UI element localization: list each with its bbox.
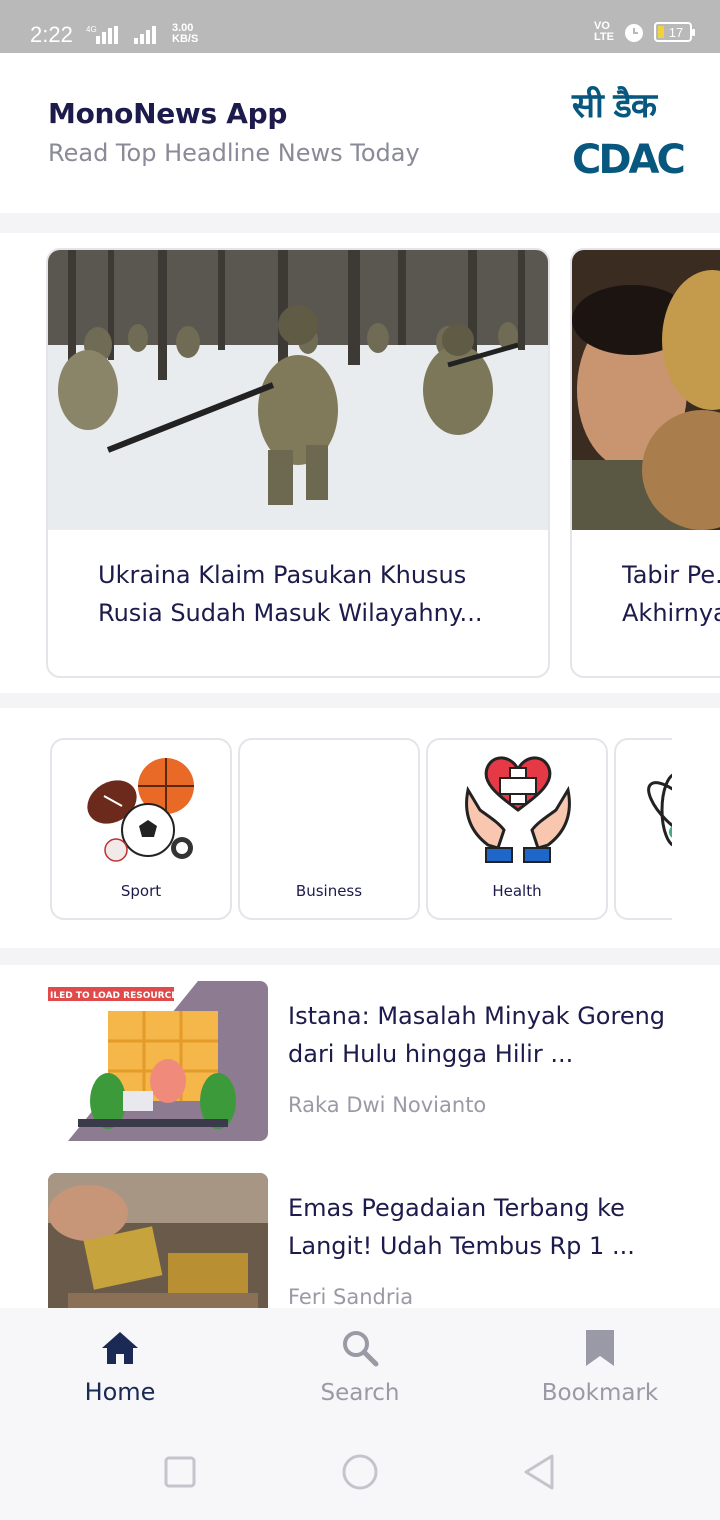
lte-label: LTE <box>594 31 614 43</box>
article-title: Istana: Masalah Minyak Goreng dari Hulu … <box>288 1002 666 1068</box>
speed-unit: KB/S <box>172 33 199 45</box>
category-health[interactable]: Health <box>426 738 608 920</box>
image-banner-text: ILED TO LOAD RESOURCE <box>50 991 177 1001</box>
nav-home-label: Home <box>84 1378 156 1406</box>
article-author: Raka Dwi Novianto <box>288 1093 487 1117</box>
category-row: Sport Business Health <box>0 708 720 948</box>
article-image <box>48 1173 268 1308</box>
category-sport[interactable]: Sport <box>50 738 232 920</box>
page-subtitle: Read Top Headline News Today <box>48 139 420 167</box>
nav-bookmark[interactable]: Bookmark <box>480 1308 720 1430</box>
health-hands-heart-icon <box>465 756 571 863</box>
divider <box>0 213 720 233</box>
sports-balls-icon <box>87 758 194 862</box>
network-speed: 3.00 KB/S <box>172 23 198 45</box>
category-science[interactable] <box>614 738 672 920</box>
home-circle-icon[interactable] <box>340 1454 380 1494</box>
article-image: ILED TO LOAD RESOURCE <box>48 981 268 1141</box>
network-type-label: 4G <box>86 25 97 34</box>
article-author: Feri Sandria <box>288 1285 414 1308</box>
signal-icon <box>134 26 156 44</box>
divider <box>0 693 720 708</box>
logo-text: CDAC <box>572 137 686 183</box>
search-icon <box>343 1331 379 1367</box>
article-item[interactable]: ILED TO LOAD RESOURCE Istana: Masalah Mi… <box>48 981 688 1141</box>
bottom-navigation: Home Search Bookmark <box>0 1308 720 1430</box>
signal-4g-icon: 4G <box>86 25 118 44</box>
page-title: MonoNews App <box>48 97 288 130</box>
article-title: Emas Pegadaian Terbang ke Langit! Udah T… <box>288 1194 635 1260</box>
divider <box>0 948 720 965</box>
nav-search[interactable]: Search <box>240 1308 480 1430</box>
status-time: 2:22 <box>30 22 73 47</box>
status-bar: 2:22 4G 3.00 KB/S VO LTE 17 <box>0 0 720 53</box>
category-label: Business <box>295 882 363 900</box>
category-label: Sport <box>120 882 162 900</box>
nav-bookmark-label: Bookmark <box>541 1380 659 1406</box>
back-icon[interactable] <box>522 1454 556 1494</box>
headline-image <box>48 250 548 530</box>
nav-search-label: Search <box>320 1380 400 1406</box>
science-atom-icon <box>647 773 672 847</box>
category-label: Health <box>492 882 542 900</box>
article-list[interactable]: ILED TO LOAD RESOURCE Istana: Masalah Mi… <box>0 965 720 1308</box>
headline-card[interactable]: Ukraina Klaim Pasukan Khusus Rusia Sudah… <box>46 248 550 678</box>
battery-level: 17 <box>668 24 684 40</box>
alarm-icon <box>625 24 643 42</box>
cdac-logo: सी डैक CDAC <box>570 81 686 187</box>
article-item[interactable]: Emas Pegadaian Terbang ke Langit! Udah T… <box>48 1173 688 1308</box>
headline-card[interactable]: Tabir Pe... Akhirnya... <box>570 248 720 678</box>
category-business[interactable]: Business <box>238 738 420 920</box>
system-navigation-bar <box>0 1430 720 1520</box>
headline-title: Tabir Pe... Akhirnya... <box>622 561 720 627</box>
app-header: MonoNews App Read Top Headline News Toda… <box>0 53 720 213</box>
nav-home[interactable]: Home <box>0 1308 240 1430</box>
recent-apps-icon[interactable] <box>164 1454 196 1490</box>
home-icon <box>102 1332 138 1364</box>
headline-carousel[interactable]: Ukraina Klaim Pasukan Khusus Rusia Sudah… <box>0 233 720 693</box>
volte-indicator: VO LTE <box>594 21 614 43</box>
battery-indicator: 17 <box>654 22 695 42</box>
bookmark-icon <box>586 1330 614 1366</box>
headline-title: Ukraina Klaim Pasukan Khusus Rusia Sudah… <box>98 561 483 627</box>
headline-image <box>572 250 720 530</box>
logo-hindi-text: सी डैक <box>572 86 657 126</box>
